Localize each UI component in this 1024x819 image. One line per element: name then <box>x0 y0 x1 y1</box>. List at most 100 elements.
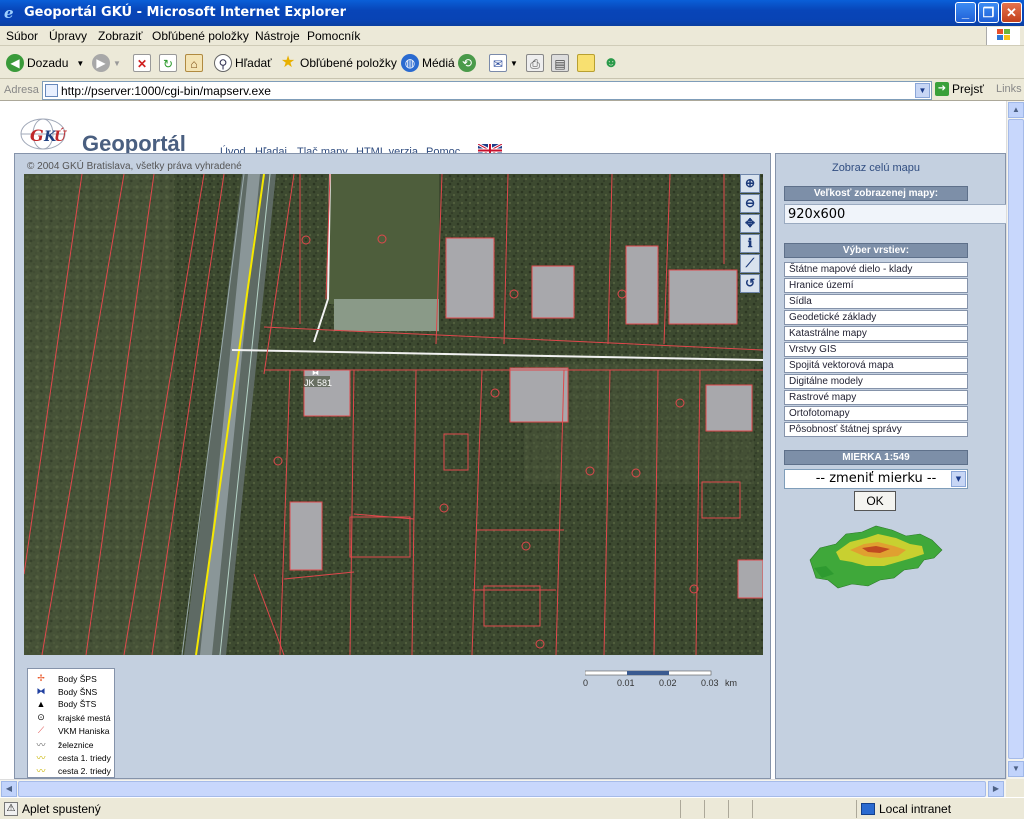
menu-favorites[interactable]: Obľúbené položky <box>152 29 249 43</box>
body-sns-icon: ⧓ <box>36 686 46 696</box>
star-icon: ★ <box>280 54 296 71</box>
go-button[interactable]: ➜ Prejsť <box>935 82 984 96</box>
layer-item[interactable]: Ortofotomapy <box>784 406 968 421</box>
search-button[interactable]: ⚲ Hľadať <box>214 52 272 74</box>
chevron-down-icon[interactable]: ▼ <box>951 471 966 487</box>
ie-icon: e <box>4 4 14 22</box>
mail-dropdown-icon[interactable]: ▼ <box>510 59 518 68</box>
map-tools: ⊕ ⊖ ✥ ℹ ⟋ ↺ <box>740 174 762 294</box>
layer-item[interactable]: Digitálne modely <box>784 374 968 389</box>
address-input[interactable]: http://pserver:1000/cgi-bin/mapserv.exe … <box>42 81 932 100</box>
scroll-up-icon[interactable]: ▲ <box>1008 102 1024 118</box>
legend-label: Body ŠNS <box>58 686 98 697</box>
print-button[interactable]: ⎙ <box>526 52 547 74</box>
info-icon[interactable]: ℹ <box>740 234 760 253</box>
reset-icon[interactable]: ↺ <box>740 274 760 293</box>
legend-item: 〰 cesta 1. triedy <box>32 751 110 764</box>
legend-item: ⧓ Body ŠNS <box>32 686 98 697</box>
geodetic-point-icon: ⧓ <box>312 370 319 377</box>
ok-button[interactable]: OK <box>854 491 896 511</box>
orthophoto-map[interactable]: JK 581 ⧓ <box>24 174 763 655</box>
menu-bar: Súbor Úpravy Zobraziť Obľúbené položky N… <box>0 26 1024 46</box>
refresh-button[interactable]: ↻ <box>159 52 180 74</box>
legend-item: ✢ Body ŠPS <box>32 673 97 684</box>
page-viewport: G K Ú Geoportál Úvod Hľadaj Tlač mapy HT… <box>0 101 1006 779</box>
legend-item: 〰 železnice <box>32 738 93 751</box>
map-size-value[interactable]: 920x600 <box>784 204 1006 224</box>
links-button[interactable]: Links <box>996 83 1022 95</box>
pan-icon[interactable]: ✥ <box>740 214 760 233</box>
road2-icon: 〰 <box>36 766 46 776</box>
scale-select[interactable]: -- zmeniť mierku -- ▼ <box>784 469 968 489</box>
legend-item: ⟋ VKM Haniska <box>32 725 110 736</box>
layer-item[interactable]: Hranice území <box>784 278 968 293</box>
layer-item[interactable]: Katastrálne mapy <box>784 326 968 341</box>
edit-button[interactable]: ▤ <box>551 52 572 74</box>
menu-edit[interactable]: Úpravy <box>49 29 87 43</box>
address-dropdown-icon[interactable]: ▼ <box>915 83 930 98</box>
scroll-left-icon[interactable]: ◀ <box>1 781 17 797</box>
favorites-button[interactable]: ★ Obľúbené položky <box>279 52 397 74</box>
scroll-corner <box>1006 779 1024 797</box>
zoom-out-icon[interactable]: ⊖ <box>740 194 760 213</box>
legend-label: cesta 2. triedy <box>58 765 111 776</box>
legend-label: Body ŠTS <box>58 699 97 709</box>
layer-item[interactable]: Geodetické základy <box>784 310 968 325</box>
title-bar: e Geoportál GKÚ - Microsoft Internet Exp… <box>0 0 1024 26</box>
layer-item[interactable]: Štátne mapové dielo - klady <box>784 262 968 277</box>
vertical-scrollbar[interactable]: ▲ ▼ <box>1006 101 1024 779</box>
horizontal-scrollbar[interactable]: ◀ ▶ <box>0 779 1006 797</box>
layer-item[interactable]: Vrstvy GIS <box>784 342 968 357</box>
layer-item[interactable]: Sídla <box>784 294 968 309</box>
vertical-scroll-thumb[interactable] <box>1008 119 1024 759</box>
search-icon: ⚲ <box>214 54 232 72</box>
road1-icon: 〰 <box>36 753 46 763</box>
messenger-button[interactable]: ☻ <box>602 52 623 74</box>
scroll-right-icon[interactable]: ▶ <box>988 781 1004 797</box>
menu-file[interactable]: Súbor <box>6 29 38 43</box>
search-label: Hľadať <box>235 56 272 70</box>
mail-icon: ✉ <box>489 54 507 72</box>
stop-button[interactable]: ✕ <box>133 52 154 74</box>
map-panel: © 2004 GKÚ Bratislava, všetky práva vyhr… <box>14 153 771 779</box>
discuss-button[interactable] <box>577 52 598 74</box>
layer-item[interactable]: Pôsobnosť štátnej správy <box>784 422 968 437</box>
zoom-in-icon[interactable]: ⊕ <box>740 174 760 193</box>
home-button[interactable]: ⌂ <box>185 52 206 74</box>
close-button[interactable]: ✕ <box>1001 2 1022 23</box>
note-icon <box>577 54 595 72</box>
menu-help[interactable]: Pomocník <box>307 29 360 43</box>
legend-item: ⊙ krajské mestá <box>32 712 110 723</box>
address-bar: Adresa http://pserver:1000/cgi-bin/mapse… <box>0 80 1024 101</box>
scale-unit: km <box>725 678 737 688</box>
scroll-down-icon[interactable]: ▼ <box>1008 761 1024 777</box>
measure-icon[interactable]: ⟋ <box>740 254 760 273</box>
layers-heading: Výber vrstiev: <box>784 243 968 258</box>
status-text: Aplet spustený <box>22 802 101 816</box>
mail-button[interactable]: ✉ ▼ <box>489 52 518 74</box>
menu-view[interactable]: Zobraziť <box>98 29 143 43</box>
history-button[interactable]: ⟲ <box>458 52 479 74</box>
map-canvas[interactable]: JK 581 ⧓ <box>24 174 763 655</box>
forward-arrow-icon: ▶ <box>92 54 110 72</box>
home-icon: ⌂ <box>185 54 203 72</box>
full-map-link[interactable]: Zobraz celú mapu <box>776 162 976 174</box>
body-sts-icon: ▲ <box>36 699 46 709</box>
media-button[interactable]: ◍ Médiá <box>401 52 455 74</box>
back-label: Dozadu <box>27 56 69 70</box>
back-button[interactable]: ◀ Dozadu ▼ <box>6 52 84 74</box>
maximize-button[interactable]: ❐ <box>978 2 999 23</box>
back-dropdown-icon[interactable]: ▼ <box>76 59 84 68</box>
layer-item[interactable]: Spojitá vektorová mapa <box>784 358 968 373</box>
map-legend: ✢ Body ŠPS ⧓ Body ŠNS ▲ Body ŠTS ⊙ krajs… <box>27 668 115 778</box>
forward-button[interactable]: ▶ ▼ <box>92 52 121 74</box>
horizontal-scroll-thumb[interactable] <box>18 781 986 797</box>
slovakia-overview-map[interactable] <box>806 522 946 592</box>
copyright-text: © 2004 GKÚ Bratislava, všetky práva vyhr… <box>27 161 242 172</box>
menu-tools[interactable]: Nástroje <box>255 29 300 43</box>
layer-item[interactable]: Rastrové mapy <box>784 390 968 405</box>
svg-text:Ú: Ú <box>54 127 67 145</box>
minimize-button[interactable]: _ <box>955 2 976 23</box>
messenger-icon: ☻ <box>603 54 619 71</box>
globe-icon: ◍ <box>401 54 419 72</box>
